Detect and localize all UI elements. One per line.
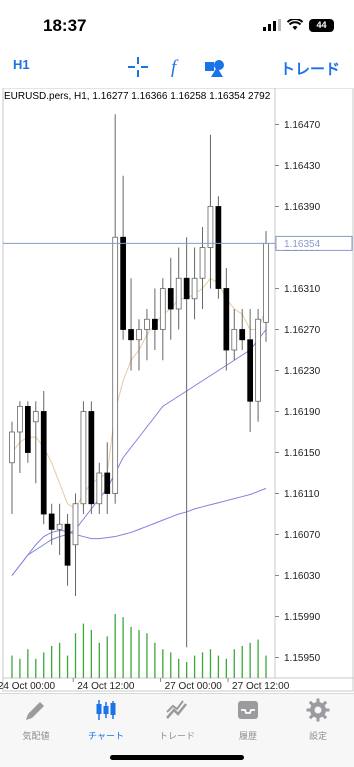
candle-body (40, 411, 47, 515)
candle-body (159, 288, 166, 330)
candle-body (199, 247, 206, 279)
tab-label: トレード (158, 732, 195, 742)
history-icon (238, 701, 258, 719)
price-tick-label: 1.16110 (284, 489, 320, 500)
candle-body (183, 277, 190, 300)
price-chart[interactable]: 1.164701.164301.163901.163501.163101.162… (0, 88, 354, 693)
candle-body (247, 339, 254, 402)
price-tick-label: 1.15950 (284, 653, 321, 664)
price-tick-label: 1.16470 (284, 120, 321, 131)
current-price-label: 1.16354 (284, 239, 321, 250)
candle-body (104, 472, 111, 494)
candle-body (144, 318, 150, 330)
candle-body (223, 288, 230, 351)
chart-frame (2, 88, 354, 692)
candle-body (175, 277, 182, 310)
settings-icon (306, 698, 330, 722)
candle-body (215, 206, 222, 289)
tab-label: 気配値 (22, 732, 50, 742)
candle-body (112, 236, 119, 494)
tab-label: 履歴 (238, 732, 257, 742)
candle-body (56, 523, 63, 530)
signal-icon (263, 19, 281, 31)
price-tick-label: 1.16030 (284, 571, 321, 582)
trade-button[interactable]: トレード (280, 58, 340, 79)
time-tick-label: 27 Oct 00:00 (165, 681, 223, 692)
candle-body (17, 405, 23, 433)
candle-body (207, 206, 214, 248)
price-tick-label: 1.16070 (284, 530, 321, 541)
battery-icon: 44 (309, 18, 334, 32)
tab-label: 設定 (308, 732, 327, 742)
candle-body (80, 411, 87, 505)
status-icons: 44 (263, 18, 334, 32)
trade-icon (166, 700, 187, 719)
crosshair-icon[interactable] (127, 56, 149, 78)
candle-body (96, 472, 103, 505)
candle-body (64, 523, 71, 566)
quotes-icon (26, 702, 44, 720)
candle-body (231, 329, 238, 351)
candle-body (167, 288, 174, 310)
chart-toolbar: H1 f トレード (0, 48, 354, 88)
candle-body (24, 405, 31, 453)
price-tick-label: 1.16190 (284, 407, 321, 418)
home-indicator (110, 755, 244, 760)
candle-body (152, 318, 158, 330)
chart-title: EURUSD.pers, H1, 1.16277 1.16366 1.16258… (4, 91, 271, 102)
tab-chart[interactable]: チャート (71, 698, 141, 748)
price-tick-label: 1.16310 (284, 284, 321, 295)
candle-body (136, 329, 142, 341)
price-tick-label: 1.16390 (284, 202, 321, 213)
svg-text:f: f (171, 57, 179, 78)
candle-body (263, 242, 269, 323)
tab-settings[interactable]: 設定 (283, 698, 353, 748)
price-tick-label: 1.16150 (284, 448, 321, 459)
candle-body (255, 318, 261, 402)
wifi-icon (287, 19, 303, 30)
price-tick-label: 1.16270 (284, 325, 321, 336)
price-tick-label: 1.16230 (284, 366, 321, 377)
candle-body (128, 329, 134, 341)
candle-body (72, 503, 79, 546)
price-tick-label: 1.16430 (284, 161, 321, 172)
time-tick-label: 24 Oct 12:00 (77, 681, 135, 692)
candle-body (9, 431, 15, 464)
chart-canvas[interactable]: 1.164701.164301.163901.163501.163101.162… (0, 88, 354, 693)
tab-history[interactable]: 履歴 (213, 698, 283, 748)
candle-body (239, 329, 246, 341)
function-icon[interactable]: f (166, 56, 188, 78)
tab-label: チャート (88, 732, 124, 742)
candle-body (32, 411, 39, 423)
candle-body (191, 277, 198, 300)
timeframe-button[interactable]: H1 (13, 57, 30, 72)
tab-trade[interactable]: トレード (142, 698, 212, 748)
candle-body (88, 411, 95, 505)
shapes-icon[interactable] (204, 56, 226, 78)
candle-body (120, 236, 126, 330)
chart-icon (96, 700, 116, 720)
candle-body (48, 513, 55, 530)
time-tick-label: 24 Oct 00:00 (0, 681, 56, 692)
price-tick-label: 1.15990 (284, 612, 321, 623)
moving-average-slow-2 (11, 487, 267, 576)
status-time: 18:37 (43, 16, 87, 35)
time-tick-label: 27 Oct 12:00 (232, 681, 290, 692)
status-bar: 18:37 44 (0, 0, 354, 48)
tab-quotes[interactable]: 気配値 (1, 698, 71, 748)
